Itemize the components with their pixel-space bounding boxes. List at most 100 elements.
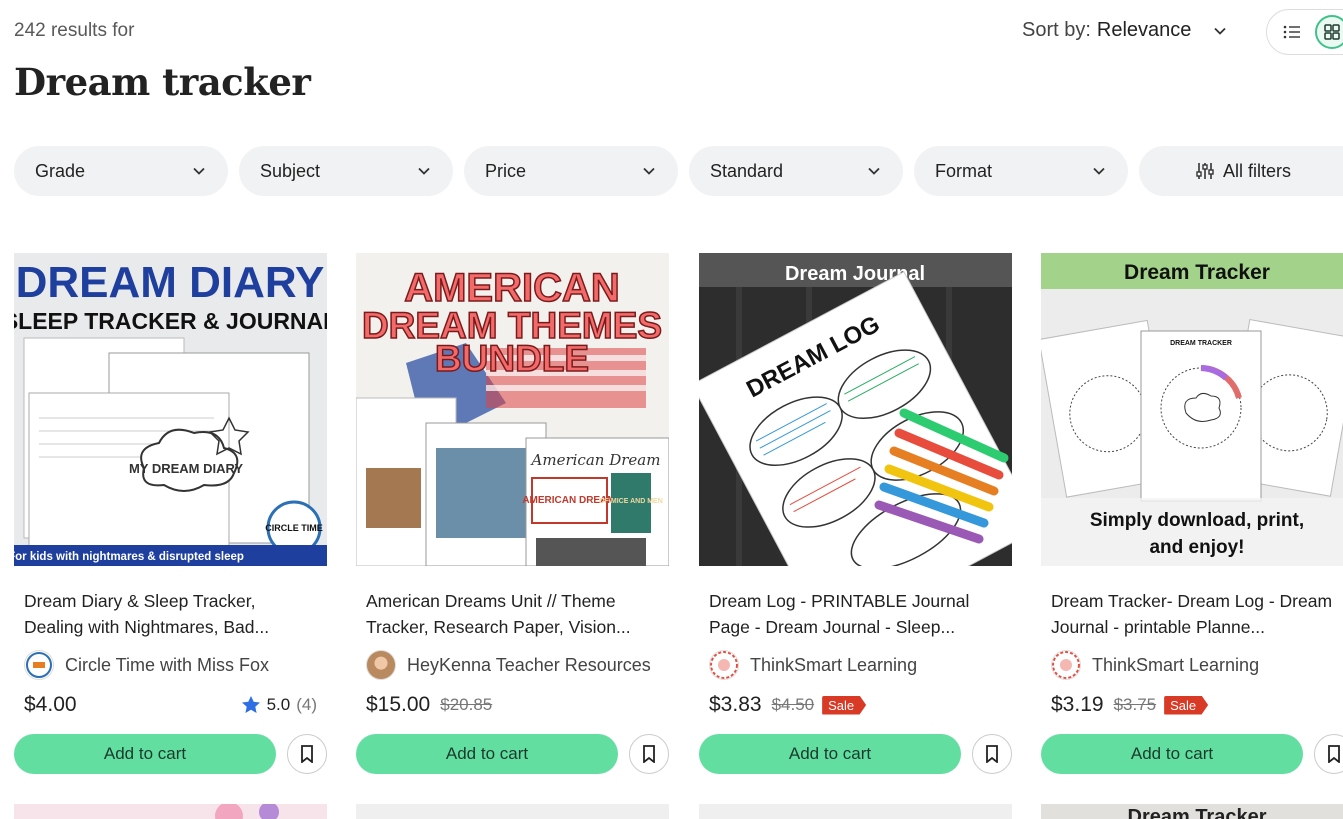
chevron-down-icon [193,167,205,175]
price: $4.00 [24,693,77,716]
card-actions: Add to cart [14,734,327,774]
rating-count: (4) [296,695,317,714]
grid-view-icon [1324,24,1340,40]
save-to-wishlist-button[interactable] [972,734,1012,774]
save-to-wishlist-button[interactable] [1314,734,1343,774]
svg-text:SLEEP TRACKER & JOURNAL: SLEEP TRACKER & JOURNAL [14,308,327,334]
product-thumbnail-partial[interactable] [14,804,327,819]
chevron-down-icon [643,167,655,175]
add-to-cart-button[interactable]: Add to cart [14,734,276,774]
rating[interactable]: 5.0 (4) [241,695,317,715]
save-to-wishlist-button[interactable] [287,734,327,774]
price: $3.83 [709,693,762,716]
svg-text:MY DREAM DIARY: MY DREAM DIARY [129,461,243,476]
price-row: $4.00 5.0 (4) [14,690,327,720]
rating-value: 5.0 [266,695,291,714]
filter-format[interactable]: Format [914,146,1128,196]
chevron-down-icon [1214,27,1227,35]
bookmark-icon [986,745,998,763]
list-view-icon [1283,25,1300,39]
seller[interactable]: Circle Time with Miss Fox [14,650,327,680]
seller[interactable]: ThinkSmart Learning [1041,650,1343,680]
price: $3.19 [1051,693,1104,716]
product-thumbnail-partial[interactable] [699,804,1012,819]
product-thumbnail-partial[interactable] [356,804,669,819]
seller-name: ThinkSmart Learning [1092,654,1260,675]
chevron-down-icon [1093,167,1105,175]
original-price: $3.75 [1113,695,1157,714]
seller[interactable]: ThinkSmart Learning [699,650,1012,680]
partial-label: Dream Tracker [1128,806,1267,819]
sort-label: Sort by: [1022,19,1091,41]
results-count: 242 results for [14,20,135,41]
american-dream-bundle-image: AMERICAN DREAM THEMES BUNDLE American Dr… [356,253,669,566]
filter-subject[interactable]: Subject [239,146,453,196]
product-thumbnail[interactable]: Dream Journal DREAM LOG [699,253,1012,566]
sale-badge: Sale [822,695,867,715]
card-actions: Add to cart [356,734,669,774]
add-to-cart-button[interactable]: Add to cart [1041,734,1303,774]
price-row: $15.00 $20.85 [356,690,669,720]
chevron-down-icon [418,167,430,175]
product-title[interactable]: Dream Tracker- Dream Log - Dream Journal… [1041,588,1343,640]
all-filters-button[interactable]: All filters [1139,146,1343,196]
seller-name: Circle Time with Miss Fox [65,654,270,675]
sale-badge: Sale [1164,695,1209,715]
sliders-icon [1196,163,1214,179]
filter-bar: Grade Subject Price Standard Format All … [14,146,1343,196]
seller[interactable]: HeyKenna Teacher Resources [356,650,669,680]
save-to-wishlist-button[interactable] [629,734,669,774]
dream-tracker-sheets-image: Dream Tracker DREAM TRACKER Simply downl… [1041,253,1343,566]
product-title[interactable]: American Dreams Unit // Theme Tracker, R… [356,588,669,640]
sort-dropdown[interactable]: Sort by: Relevance [1022,19,1227,42]
chevron-down-icon [868,167,880,175]
product-thumbnail-partial[interactable]: Dream Tracker [1041,804,1343,819]
bookmark-icon [643,745,655,763]
product-card: Dream Journal DREAM LOG Dream Log - PRIN… [699,253,1012,774]
filter-grade[interactable]: Grade [14,146,228,196]
filter-label: Grade [35,160,86,181]
filter-price[interactable]: Price [464,146,678,196]
add-to-cart-button[interactable]: Add to cart [356,734,618,774]
svg-text:AMERICAN: AMERICAN [404,266,620,310]
svg-text:Dream Tracker: Dream Tracker [1124,261,1270,284]
dream-log-journal-image: Dream Journal DREAM LOG [699,253,1012,566]
filter-standard[interactable]: Standard [689,146,903,196]
product-thumbnail[interactable]: AMERICAN DREAM THEMES BUNDLE American Dr… [356,253,669,566]
page-title: Dream tracker [14,60,311,104]
svg-text:American Dream: American Dream [530,451,661,469]
avatar [1051,650,1081,680]
filter-label: Standard [710,160,784,181]
bookmark-icon [301,745,313,763]
grid-view-button[interactable] [1315,15,1343,49]
price-row: $3.83 $4.50 Sale [699,690,1012,720]
filter-label: Subject [260,160,321,181]
list-view-button[interactable] [1275,15,1309,49]
svg-text:OF MICE AND MEN: OF MICE AND MEN [599,498,663,505]
filter-label: Format [935,160,993,181]
original-price: $4.50 [771,695,815,714]
original-price: $20.85 [440,695,493,714]
price-row: $3.19 $3.75 Sale [1041,690,1343,720]
svg-text:and enjoy!: and enjoy! [1149,537,1244,558]
add-to-cart-button[interactable]: Add to cart [699,734,961,774]
seller-name: HeyKenna Teacher Resources [407,654,651,675]
svg-text:Simply download, print,: Simply download, print, [1090,510,1304,531]
filter-label: All filters [1223,160,1292,181]
product-card: AMERICAN DREAM THEMES BUNDLE American Dr… [356,253,669,774]
view-toggle [1266,9,1343,55]
avatar [366,650,396,680]
product-title[interactable]: Dream Log - PRINTABLE Journal Page - Dre… [699,588,1012,640]
product-title[interactable]: Dream Diary & Sleep Tracker, Dealing wit… [14,588,327,640]
price: $15.00 [366,693,431,716]
product-thumbnail[interactable]: DREAM DIARY SLEEP TRACKER & JOURNAL MY D… [14,253,327,566]
card-actions: Add to cart [699,734,1012,774]
product-card: Dream Tracker DREAM TRACKER Simply downl… [1041,253,1343,774]
dream-diary-cover-image: DREAM DIARY SLEEP TRACKER & JOURNAL MY D… [14,253,327,566]
avatar [24,650,54,680]
star-icon [241,696,260,713]
filter-label: Price [485,160,527,181]
product-card: DREAM DIARY SLEEP TRACKER & JOURNAL MY D… [14,253,327,774]
product-thumbnail[interactable]: Dream Tracker DREAM TRACKER Simply downl… [1041,253,1343,566]
avatar [709,650,739,680]
